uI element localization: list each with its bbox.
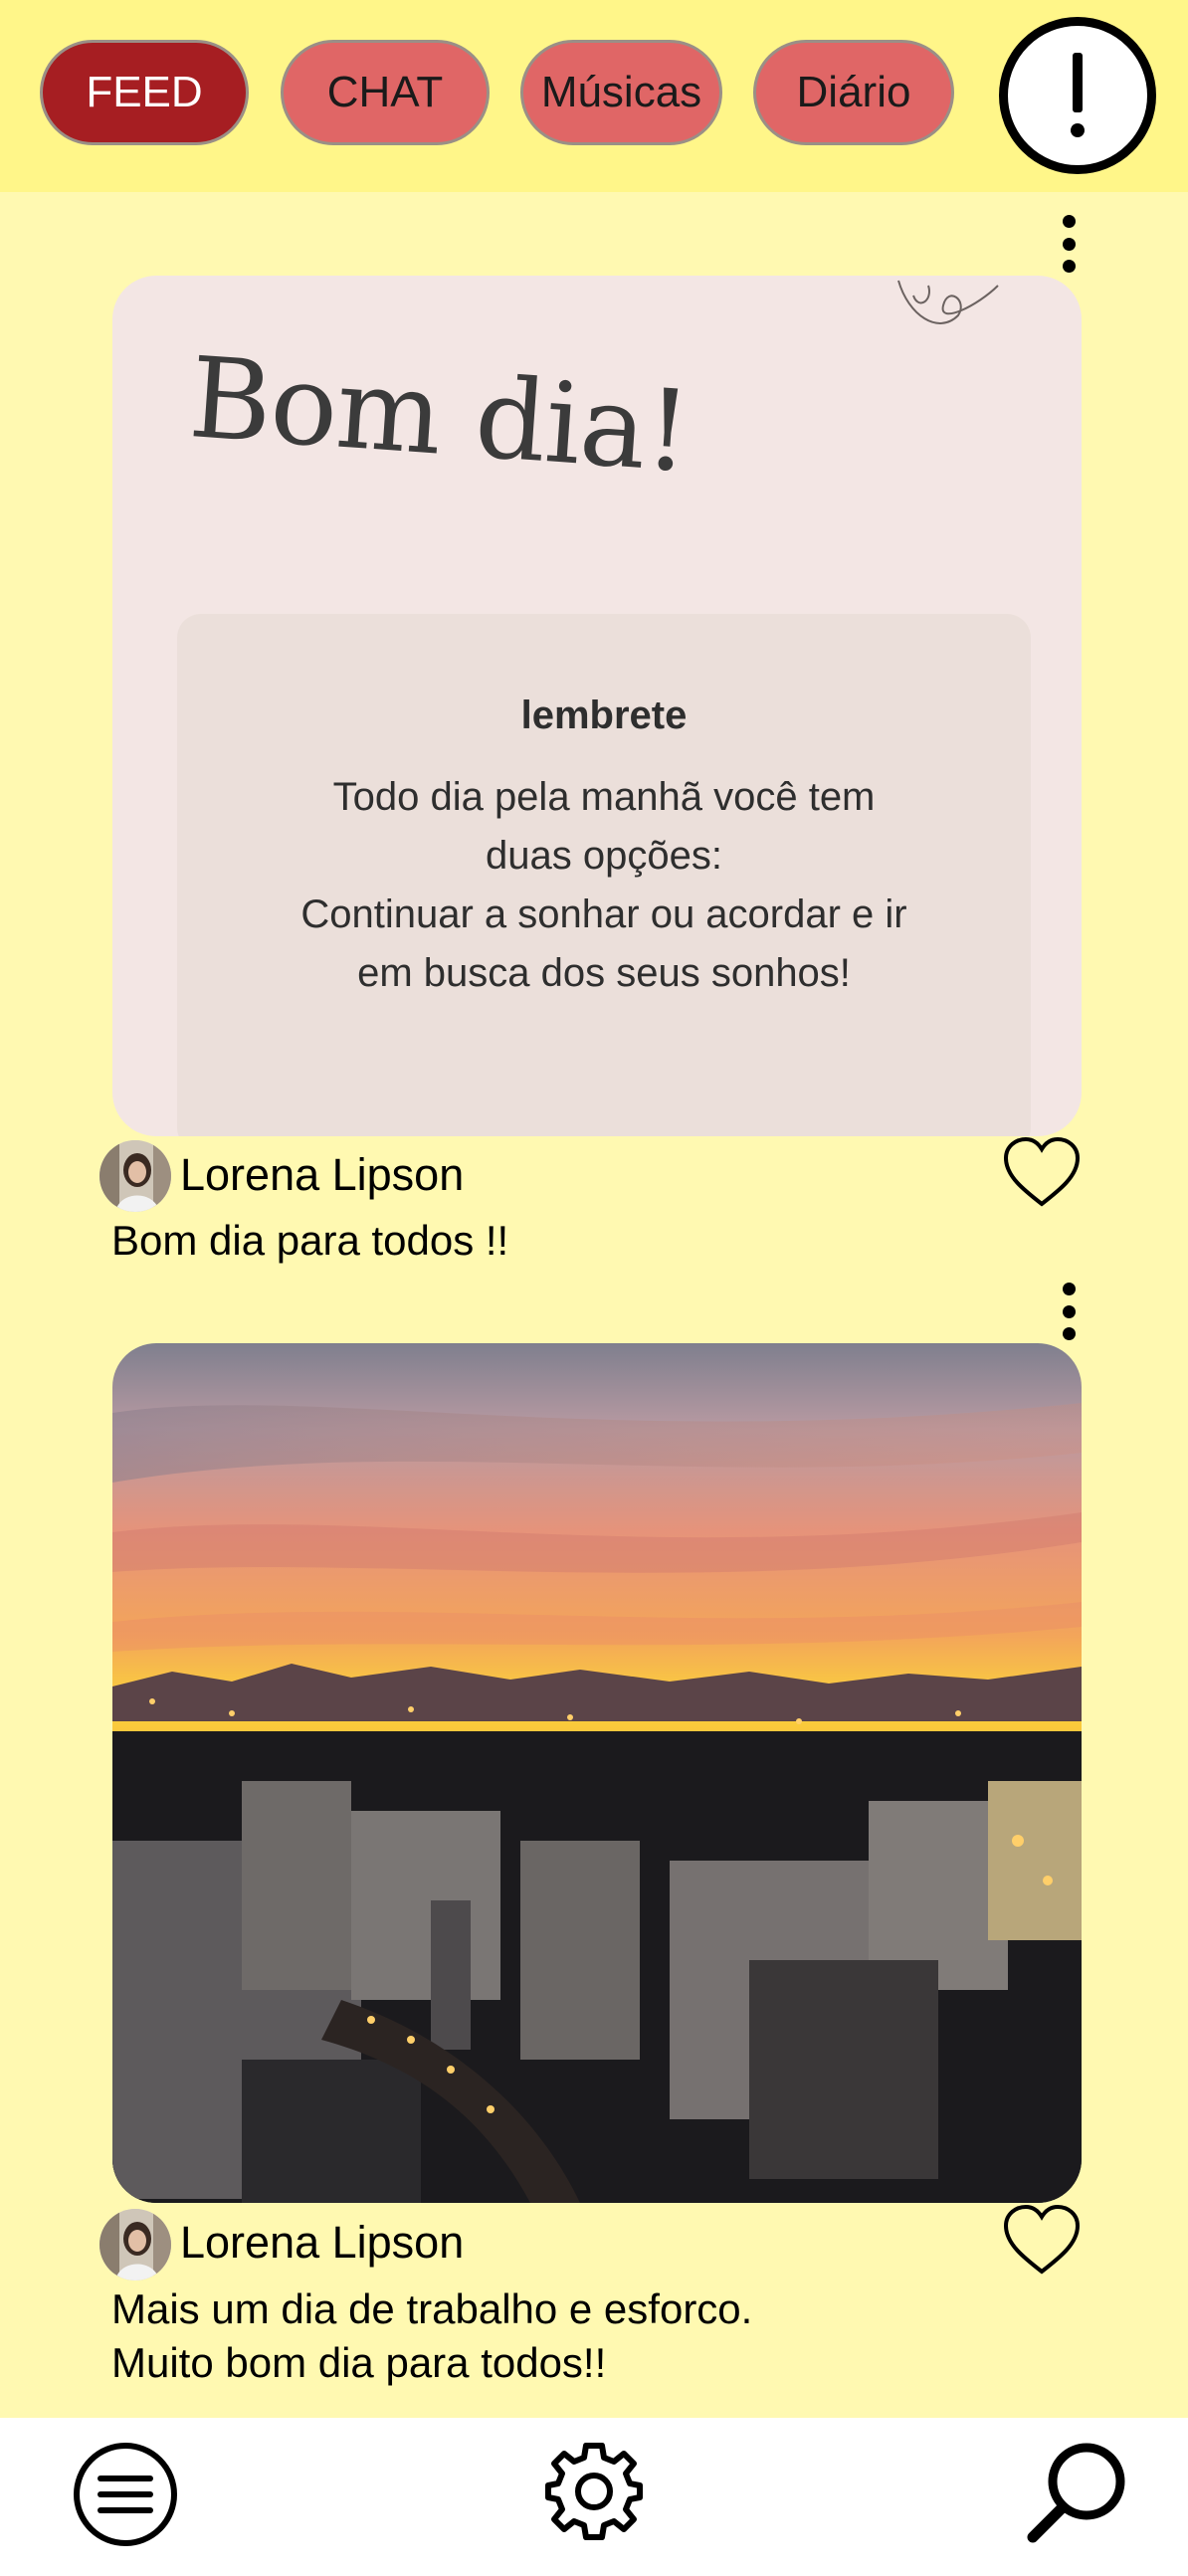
dot	[1062, 215, 1076, 228]
tab-musicas[interactable]: Músicas	[520, 40, 722, 145]
post-1-caption: Bom dia para todos !!	[111, 1217, 509, 1264]
post-1-image: Bom dia! lembrete Todo dia pela manhã vo…	[112, 276, 1082, 1136]
doodle-decoration	[897, 280, 999, 324]
avatar-photo	[99, 2209, 171, 2280]
post-1-heart-icon[interactable]	[1002, 1136, 1082, 1210]
dot	[1062, 237, 1076, 251]
post-1-author[interactable]: Lorena Lipson	[180, 1149, 464, 1201]
bottom-nav-bar	[0, 2418, 1188, 2576]
menu-icon[interactable]	[72, 2441, 179, 2548]
post-2-heart-icon[interactable]	[1002, 2204, 1082, 2278]
tab-feed[interactable]: FEED	[40, 40, 249, 145]
dot	[1062, 260, 1076, 273]
post-2-more-vertical-icon[interactable]	[1047, 1277, 1090, 1346]
greeting-text: Bom dia!	[185, 333, 694, 497]
dot	[1062, 1283, 1076, 1295]
gear-icon[interactable]	[542, 2440, 646, 2543]
reminder-title: lembrete	[520, 694, 688, 737]
reminder-box: lembrete Todo dia pela manhã você tem du…	[177, 614, 1031, 1136]
post-2-image	[112, 1343, 1082, 2203]
reminder-text: Todo dia pela manhã você tem duas opções…	[300, 775, 907, 995]
top-nav-bar: FEED CHAT Músicas Diário	[0, 0, 1188, 192]
exclamation-icon	[1071, 53, 1085, 137]
alert-button[interactable]	[999, 17, 1156, 174]
search-icon[interactable]	[1023, 2438, 1132, 2547]
sunset-city-photo	[112, 1343, 1082, 2203]
tab-diario[interactable]: Diário	[753, 40, 954, 145]
post-2-caption: Mais um dia de trabalho e esforco. Muito…	[111, 2285, 753, 2386]
post-2-author[interactable]: Lorena Lipson	[180, 2217, 464, 2269]
post-1-more-vertical-icon[interactable]	[1047, 209, 1090, 279]
avatar-photo	[99, 1140, 171, 1212]
dot	[1062, 1304, 1076, 1318]
post-2-avatar[interactable]	[99, 2209, 171, 2280]
tab-chat[interactable]: CHAT	[281, 40, 490, 145]
dot	[1062, 1327, 1076, 1340]
post-1-avatar[interactable]	[99, 1140, 171, 1212]
